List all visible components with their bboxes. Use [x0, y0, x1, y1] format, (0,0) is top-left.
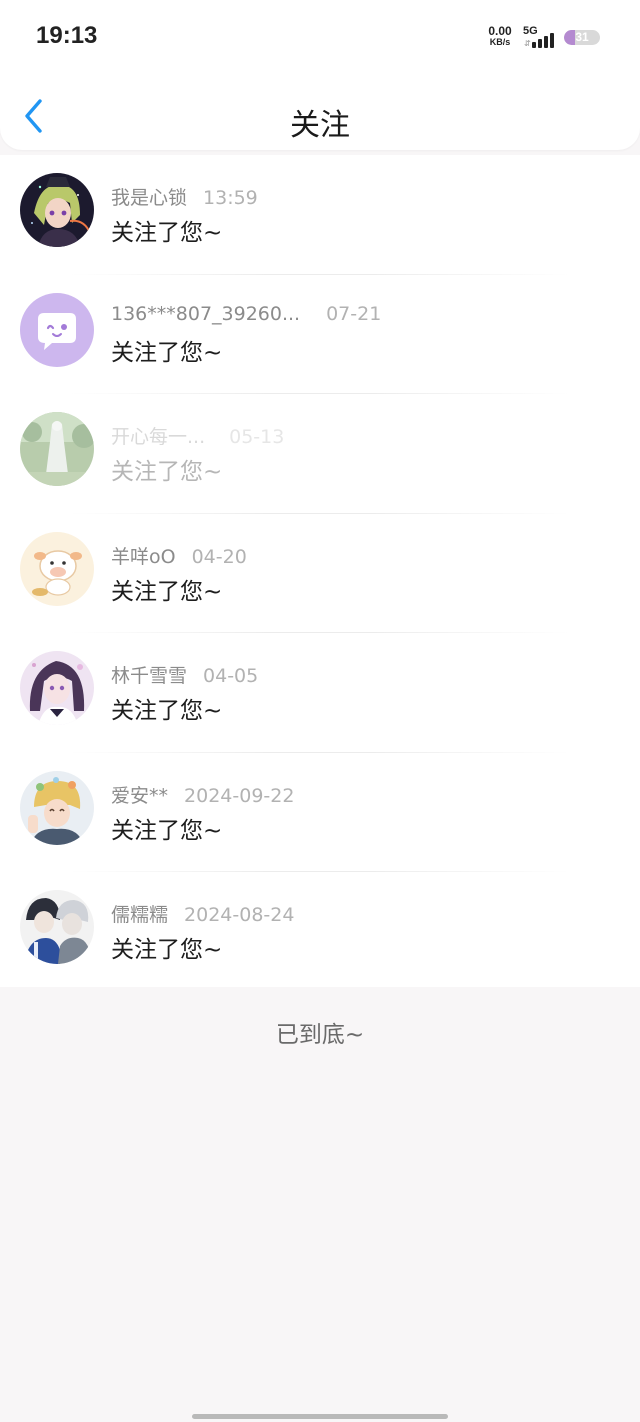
signal-icon: 5G ⇵ — [522, 25, 558, 50]
follow-time: 2024-09-22 — [184, 784, 295, 807]
user-name[interactable]: 我是心锁 — [111, 187, 187, 209]
follower-list: 我是心锁 13:59 关注了您~ 136***807_39260... 07-21 … — [0, 155, 640, 987]
network-speed-value: 0.00 — [488, 24, 512, 38]
follow-message: 关注了您~ — [111, 698, 223, 724]
follow-message: 关注了您~ — [111, 220, 223, 246]
follow-message: 关注了您~ — [111, 339, 223, 366]
item-meta: 儒糯糯 2024-08-24 — [111, 900, 294, 927]
avatar[interactable] — [20, 651, 94, 725]
item-meta: 林千雪雪 04-05 — [111, 661, 258, 688]
screen: 19:13 0.00 KB/s 5G ⇵ 31 关注 我是心锁 13:59 关注… — [0, 0, 640, 1422]
follow-time: 2024-08-24 — [184, 904, 295, 926]
battery-level: 31 — [575, 30, 589, 44]
data-arrows-icon: ⇵ — [524, 39, 531, 48]
follow-message: 关注了您~ — [111, 937, 223, 963]
follow-message: 关注了您~ — [111, 578, 223, 605]
avatar[interactable] — [20, 412, 94, 486]
item-meta: 爱安** 2024-09-22 — [111, 781, 294, 808]
follow-message: 关注了您~ — [111, 459, 223, 485]
follow-time: 04-20 — [191, 545, 247, 568]
list-item[interactable]: 羊咩oO 04-20 关注了您~ — [0, 514, 640, 633]
avatar[interactable] — [20, 890, 94, 964]
list-item[interactable]: 爱安** 2024-09-22 关注了您~ — [0, 753, 640, 872]
list-item[interactable]: 我是心锁 13:59 关注了您~ — [0, 155, 640, 275]
page-title: 关注 — [290, 108, 350, 143]
follow-time: 07-21 — [326, 302, 382, 325]
user-name[interactable]: 儒糯糯 — [111, 904, 168, 926]
avatar[interactable] — [20, 531, 94, 606]
follow-time: 13:59 — [203, 187, 258, 209]
user-name[interactable]: 开心每一... — [111, 426, 205, 448]
item-meta: 136***807_39260... 07-21 — [111, 303, 381, 325]
status-time: 19:13 — [36, 22, 98, 49]
user-name[interactable]: 136***807_39260... — [111, 303, 300, 325]
user-name[interactable]: 林千雪雪 — [111, 665, 187, 687]
network-speed: 0.00 KB/s — [486, 24, 514, 48]
network-speed-unit: KB/s — [489, 37, 511, 47]
follow-message: 关注了您~ — [111, 817, 223, 844]
end-of-list-text: 已到底~ — [275, 1022, 365, 1048]
item-meta: 羊咩oO 04-20 — [111, 542, 247, 569]
list-item[interactable]: 开心每一... 05-13 关注了您~ — [0, 394, 640, 514]
avatar[interactable] — [20, 292, 94, 367]
follow-time: 05-13 — [229, 426, 285, 448]
list-item[interactable]: 136***807_39260... 07-21 关注了您~ — [0, 275, 640, 394]
home-indicator[interactable] — [192, 1414, 448, 1419]
avatar[interactable] — [20, 173, 94, 247]
network-type: 5G — [523, 25, 538, 37]
follow-time: 04-05 — [203, 665, 259, 687]
user-name[interactable]: 爱安** — [111, 785, 168, 807]
top-bar: 19:13 0.00 KB/s 5G ⇵ 31 关注 — [0, 0, 640, 150]
item-meta: 开心每一... 05-13 — [111, 422, 284, 449]
avatar[interactable] — [20, 770, 94, 845]
user-name[interactable]: 羊咩oO — [111, 546, 176, 568]
battery-icon: 31 — [564, 30, 600, 45]
list-item[interactable]: 儒糯糯 2024-08-24 关注了您~ — [0, 872, 640, 992]
item-meta: 我是心锁 13:59 — [111, 183, 258, 210]
list-item[interactable]: 林千雪雪 04-05 关注了您~ — [0, 633, 640, 753]
